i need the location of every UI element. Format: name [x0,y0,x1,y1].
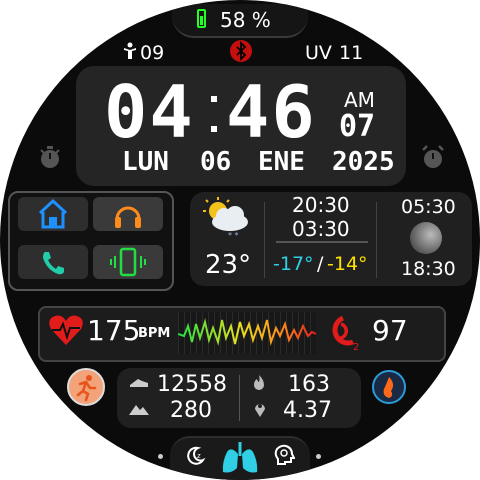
floors-icon [128,401,150,421]
alarm-icon-right[interactable] [421,144,445,174]
partly-cloudy-icon: * * [200,196,254,244]
bluetooth-icon [230,40,252,62]
weather-min: -17° [273,253,314,275]
music-button[interactable] [93,197,163,231]
bottom-dot-right [316,454,321,459]
phone-icon [43,252,64,275]
location-pin-icon [253,400,267,422]
time-hours[interactable]: 04 [104,76,195,148]
uv-value: 11 [339,42,364,64]
spo2-value: 97 [372,314,408,347]
svg-text:* *: * * [228,231,239,240]
heart-rate-graph [177,312,317,354]
ampm-label: AM [344,88,375,112]
stopwatch-icon-left[interactable] [38,144,62,174]
app-shortcut-icon[interactable] [372,370,406,404]
find-phone-button[interactable] [93,245,163,279]
moon-icon [410,222,442,254]
heart-rate-value: 175 [87,314,141,347]
stress-head-icon[interactable] [273,444,296,470]
date-day: 06 [200,147,232,177]
steps-icon [128,375,150,395]
svg-text:2: 2 [353,342,359,352]
moon-rise: 05:30 [401,196,456,218]
moon-set: 18:30 [401,258,456,280]
time-minutes[interactable]: 46 [226,76,317,148]
running-icon[interactable] [67,368,105,406]
weather-max: -14° [327,253,368,275]
activity-divider [239,375,240,421]
vibrate-phone-icon [110,247,146,277]
date-year: 2025 [332,147,395,177]
weather-time-1: 20:30 [292,193,350,217]
home-icon [38,198,68,229]
phone-button[interactable] [18,245,88,279]
top-left-value: 09 [140,42,165,64]
sleep-icon[interactable]: z [184,445,206,471]
svg-text:z: z [197,452,201,460]
date-weekday: LUN [122,147,169,177]
home-button[interactable] [18,197,88,231]
date-month: ENE [258,147,305,177]
battery-icon [197,9,206,28]
bpm-label: BPM [138,326,171,341]
calories-icon [252,374,266,396]
spo2-icon: 2 [323,312,367,356]
weather-time-2: 03:30 [292,217,350,241]
time-colon [211,96,217,132]
divider-1 [264,202,265,278]
distance-value: 4.37 [283,398,332,423]
weather-temp: 23° [205,250,252,280]
uv-label: UV [305,42,332,64]
steps-value: 12558 [157,372,227,397]
weather-bar [276,241,368,243]
time-seconds: 07 [339,109,376,144]
floors-value: 280 [170,398,212,423]
battery-percent: 58 % [220,8,271,32]
watch-face: 58 % 09 UV 11 04 46 AM 07 LUN 06 ENE 202… [0,0,480,480]
calories-value: 163 [288,372,330,397]
bottom-dot-left [158,454,163,459]
heart-rate-icon [48,313,84,351]
person-icon [122,42,138,64]
lungs-icon[interactable] [221,440,259,480]
divider-2 [376,202,377,278]
headphones-icon [115,206,141,228]
weather-separator: / [317,253,324,275]
